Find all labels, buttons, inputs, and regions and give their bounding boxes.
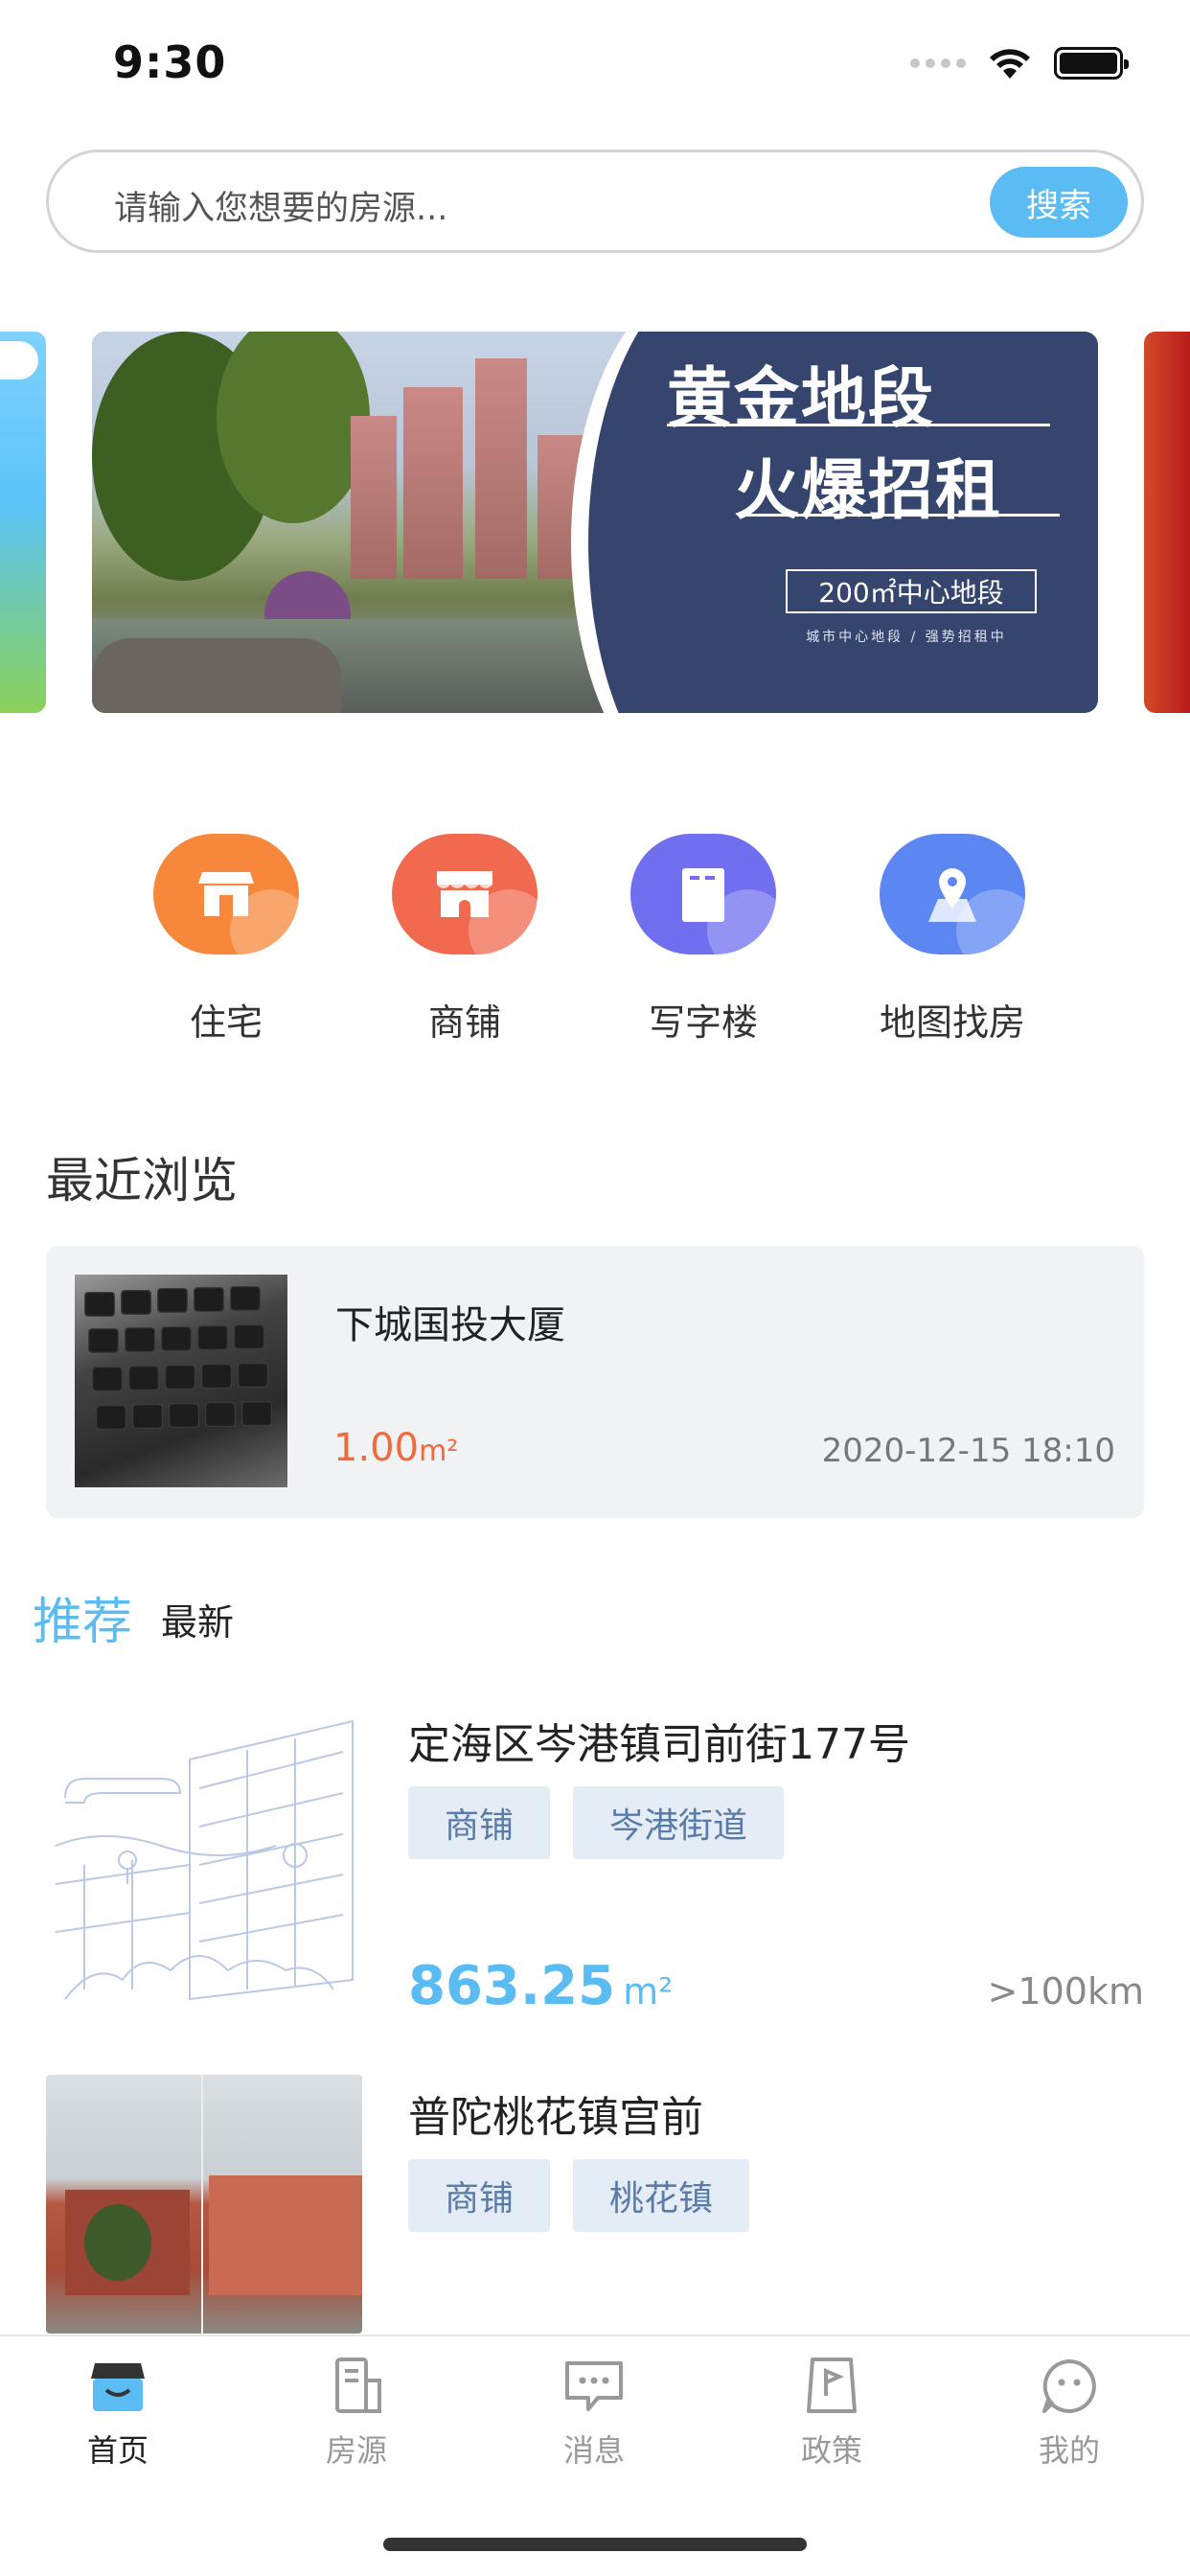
listing-tag: 岑港街道 <box>573 1786 785 1859</box>
home-icon <box>91 2363 145 2411</box>
status-time: 9:30 <box>113 36 227 88</box>
recent-item-time: 2020-12-15 18:10 <box>821 1432 1115 1470</box>
recent-item-area: 1.00m² <box>333 1426 458 1470</box>
tab-recommended[interactable]: 推荐 <box>33 1581 132 1653</box>
listing-icon <box>335 2358 381 2413</box>
message-icon <box>565 2361 623 2411</box>
listing-item[interactable]: 普陀桃花镇宫前 商铺 桃花镇 <box>46 2075 1144 2334</box>
policy-flag-icon <box>807 2358 857 2413</box>
tab-newest[interactable]: 最新 <box>161 1593 234 1645</box>
nav-label: 政策 <box>800 2432 862 2469</box>
nav-listings[interactable]: 房源 <box>270 2356 443 2471</box>
listing-title: 普陀桃花镇宫前 <box>408 2093 703 2142</box>
map-pin-icon <box>880 834 1025 954</box>
area-unit: m² <box>419 1435 459 1468</box>
category-shop[interactable]: 商铺 <box>369 834 561 1046</box>
status-icons <box>910 46 1129 80</box>
search-button[interactable]: 搜索 <box>990 167 1128 238</box>
banner-carousel[interactable]: 黄金地段 火爆招租 200㎡中心地段 城市中心地段 / 强势招租中 <box>0 332 1190 713</box>
nav-profile[interactable]: 我的 <box>983 2356 1156 2471</box>
category-label: 住宅 <box>189 1001 263 1044</box>
nav-label: 我的 <box>1038 2432 1100 2469</box>
search-input[interactable]: 请输入您想要的房源... <box>114 181 447 230</box>
banner-slide[interactable]: 黄金地段 火爆招租 200㎡中心地段 城市中心地段 / 强势招租中 <box>92 332 1098 713</box>
category-label: 商铺 <box>427 1001 501 1044</box>
nav-label: 首页 <box>86 2432 149 2469</box>
category-label: 地图找房 <box>879 1001 1025 1044</box>
category-map-search[interactable]: 地图找房 <box>857 834 1048 1046</box>
listing-tag: 商铺 <box>408 2159 551 2232</box>
listing-item[interactable]: 定海区岑港镇司前街177号 商铺 岑港街道 863.25 m² >100km <box>46 1702 1144 2028</box>
area-unit: m² <box>623 1970 674 2012</box>
nav-home[interactable]: 首页 <box>32 2356 204 2471</box>
recent-item-thumbnail <box>75 1275 287 1487</box>
category-office[interactable]: 写字楼 <box>607 834 799 1046</box>
listing-title: 定海区岑港镇司前街177号 <box>408 1720 910 1769</box>
search-bar[interactable]: 请输入您想要的房源... 搜索 <box>46 150 1144 253</box>
listing-tags: 商铺 岑港街道 <box>408 1786 785 1859</box>
battery-icon <box>1054 47 1129 80</box>
listing-thumbnail <box>46 2075 362 2334</box>
banner-slide-next[interactable] <box>1144 332 1190 713</box>
area-value: 1.00 <box>333 1426 420 1470</box>
recent-item-name: 下城国投大厦 <box>335 1303 565 1347</box>
area-value: 863.25 <box>408 1955 616 2017</box>
recent-section-title: 最近浏览 <box>46 1153 238 1208</box>
office-building-icon <box>630 834 776 954</box>
banner-slide-previous[interactable] <box>0 332 46 713</box>
home-indicator <box>383 2538 807 2551</box>
banner-tag: 200㎡中心地段 <box>786 569 1037 613</box>
shop-icon <box>392 834 538 954</box>
status-bar: 9:30 <box>0 0 1190 129</box>
banner-subtitle: 城市中心地段 / 强势招租中 <box>806 630 1007 645</box>
signal-icon <box>910 58 966 68</box>
nav-label: 房源 <box>325 2432 387 2469</box>
listing-tag: 商铺 <box>408 1786 551 1859</box>
listing-tags: 商铺 桃花镇 <box>408 2159 750 2232</box>
house-icon <box>153 834 299 954</box>
banner-title-2: 火爆招租 <box>734 453 1003 529</box>
profile-icon <box>1042 2359 1096 2413</box>
category-residential[interactable]: 住宅 <box>130 834 322 1046</box>
category-shortcuts: 住宅 商铺 写字楼 地图找房 <box>0 834 1190 1054</box>
nav-label: 消息 <box>562 2432 625 2469</box>
listing-thumbnail <box>46 1702 362 2018</box>
nav-policy[interactable]: 政策 <box>745 2356 918 2471</box>
category-label: 写字楼 <box>648 1001 758 1044</box>
recent-item-card[interactable]: 下城国投大厦 1.00m² 2020-12-15 18:10 <box>46 1246 1144 1518</box>
listing-tag: 桃花镇 <box>573 2159 750 2232</box>
listing-distance: >100km <box>987 1970 1144 2012</box>
nav-messages[interactable]: 消息 <box>508 2356 680 2471</box>
wifi-icon <box>990 49 1030 79</box>
listing-area: 863.25 m² <box>408 1955 673 2017</box>
